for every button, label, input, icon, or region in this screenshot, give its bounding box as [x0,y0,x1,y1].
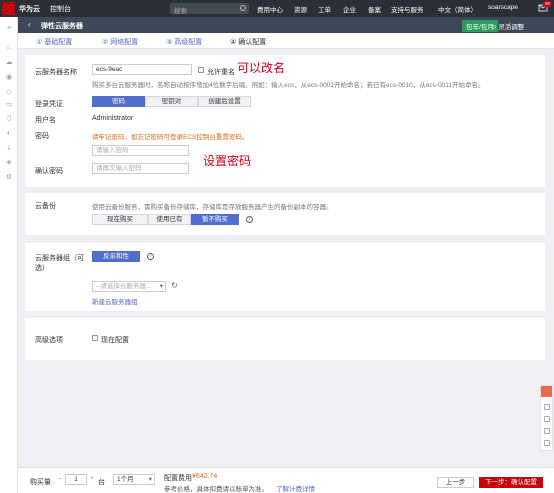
next-step-button[interactable]: 下一步：确认配置 [479,477,543,488]
server-name-hint: 购买多台云服务器时，名称自动按序增加4位数字后缀。例如：输入ecs，从ecs-0… [92,82,485,89]
flexible-adjust-label: 灵活调整 [498,24,525,31]
server-name-label: 云服务器名称 [35,69,77,76]
security-icon[interactable]: ◈ [5,159,13,167]
increase-quantity-button[interactable]: + [90,475,94,482]
quantity-label: 购买量 [30,479,51,486]
confirm-password-input[interactable]: 请再次输入密码 [92,163,189,174]
chat-icon[interactable] [544,404,550,410]
step-confirm-config: ④ 确认配置 [230,39,267,46]
period-select[interactable]: 1个月 ▾ [113,474,155,485]
settings-icon[interactable]: ⚙ [5,174,13,182]
password-warning: 请牢记密码，如忘记密码可登录ECS控制台重置密码。 [92,134,249,141]
monitor-icon[interactable]: ▭ [5,101,13,109]
server-group-panel: 云服务器组（可选） 反亲和性 ? --请选择云服务器... ▾ ↻ 新建云服务器… [25,243,545,311]
nav-resources[interactable]: 资源 [294,4,307,14]
chevron-down-icon: ▾ [148,476,152,483]
login-credential-label: 登录凭证 [35,101,63,108]
floating-toolbar [540,385,553,451]
server-name-input[interactable]: ecs-9eac [92,64,192,75]
advanced-options-label: 高级选项 [35,337,63,344]
server-group-placeholder: --请选择云服务器... [96,283,152,290]
network-icon[interactable]: ◇ [5,89,13,97]
previous-step-button[interactable]: 上一步 [437,477,474,488]
password-input[interactable]: 请输入密码 [92,145,189,156]
page-title: 弹性云服务器 [41,23,83,30]
backup-panel: 云备份 使用云备份服务，需购买备份存储库，存储库是存放服务器产生的备份副本的容器… [25,193,545,235]
cloud-icon[interactable]: ☁ [5,59,13,67]
dashboard-icon[interactable]: ◐ [5,130,13,138]
language-selector[interactable]: 中文（简体） [438,4,477,14]
phone-icon[interactable] [544,428,550,434]
search-icon[interactable] [240,5,246,11]
anti-affinity-option[interactable]: 反亲和性 [92,251,140,262]
search-input[interactable]: 搜索 [170,3,249,15]
quantity-input[interactable]: 1 [65,474,87,485]
login-later-option[interactable]: 创建后设置 [198,96,251,107]
cloud-backup-label: 云备份 [35,203,56,210]
page-header: ‹ 弹性云服务器 包年/包月 ⊙ 灵活调整 [18,17,554,33]
price-label: 配置费用 [164,475,192,482]
user-menu[interactable]: soarscape [488,4,518,11]
users-icon[interactable]: ◉ [5,74,13,82]
wizard-steps: ① 基础配置 ② 网络配置 ③ 高级配置 ④ 确认配置 [18,33,554,49]
help-icon[interactable]: ? [246,216,253,223]
chevron-down-icon: ▾ [159,283,163,290]
home-icon[interactable]: ⌂ [5,44,13,52]
help-icon[interactable]: ? [147,253,154,260]
flexible-adjust-link[interactable]: ⊙ 灵活调整 [491,21,524,31]
price-value: ¥642.74 [192,473,218,480]
allow-duplicate-checkbox[interactable] [198,67,204,73]
nav-tickets[interactable]: 工单 [318,4,331,14]
feedback-icon[interactable] [541,386,552,397]
nav-enterprise[interactable]: 企业 [343,4,356,14]
message-count-badge: 50 [543,1,553,7]
step-advanced-config[interactable]: ③ 高级配置 [166,37,202,47]
nav-billing-center[interactable]: 费用中心 [257,4,283,14]
decrease-quantity-button[interactable]: − [58,476,62,483]
refresh-icon[interactable]: ↻ [171,281,178,290]
step-network-config[interactable]: ② 网络配置 [102,37,138,47]
search-placeholder: 搜索 [174,8,187,15]
set-password-annotation: 设置密码 [203,154,252,168]
purchase-bar: 购买量 − 1 + 台 1个月 ▾ 配置费用 ¥642.74 参考价格，具体扣费… [18,467,554,493]
backup-use-existing-option[interactable]: 使用已有 [148,214,191,225]
server-group-label: 云服务器组（可选） [35,255,84,272]
nav-filing[interactable]: 备案 [368,4,381,14]
username-value: Administrator [92,115,134,122]
advanced-options-panel: 高级选项 现在配置 [25,318,545,360]
server-group-select[interactable]: --请选择云服务器... ▾ [92,281,166,292]
cloud-backup-hint: 使用云备份服务，需购买备份存储库，存储库是存放服务器产生的备份副本的容器。 [92,204,333,211]
step-basic-config[interactable]: ① 基础配置 [36,37,72,47]
confirm-password-label: 确认密码 [35,168,63,175]
back-arrow-icon[interactable]: ‹ [28,20,31,29]
menu-icon[interactable]: ≡ [5,25,13,33]
backup-buy-now-option[interactable]: 现在购买 [92,214,148,225]
service-sidebar: ≡ ⌂ ☁ ◉ ◇ ▭ ▯ ◐ ⇣ ◈ ⚙ [0,17,18,493]
basic-settings-panel: 云服务器名称 ecs-9eac 允许重名 可以改名 购买多台云服务器时，名称自动… [25,55,545,187]
create-server-group-link[interactable]: 新建云服务器组 [92,296,138,306]
rename-annotation: 可以改名 [237,61,286,75]
login-keypair-option[interactable]: 密钥对 [145,96,198,107]
document-icon[interactable] [544,416,550,422]
console-link[interactable]: 控制台 [50,4,71,14]
top-navigation-bar: 华为云 控制台 搜索 费用中心 资源 工单 企业 备案 支持与服务 中文（简体）… [0,0,554,17]
period-value: 1个月 [117,476,134,483]
backup-not-buy-option[interactable]: 暂不购买 [191,214,239,225]
billing-details-link[interactable]: 了解计费详情 [276,483,315,493]
quantity-unit: 台 [98,479,105,486]
download-icon[interactable]: ⇣ [5,145,13,153]
brand-name[interactable]: 华为云 [19,4,40,14]
edit-icon[interactable] [544,440,550,446]
password-label: 密码 [35,133,49,140]
nav-support[interactable]: 支持与服务 [391,4,424,14]
login-password-option[interactable]: 密码 [92,96,145,107]
configure-now-checkbox[interactable] [92,335,98,341]
configure-now-label: 现在配置 [101,337,129,344]
price-note: 参考价格，具体扣费请以账单为准。 [164,486,268,493]
storage-icon[interactable]: ▯ [5,115,13,123]
huawei-logo[interactable] [2,2,15,15]
username-label: 用户名 [35,117,56,124]
allow-duplicate-label: 允许重名 [207,69,235,76]
